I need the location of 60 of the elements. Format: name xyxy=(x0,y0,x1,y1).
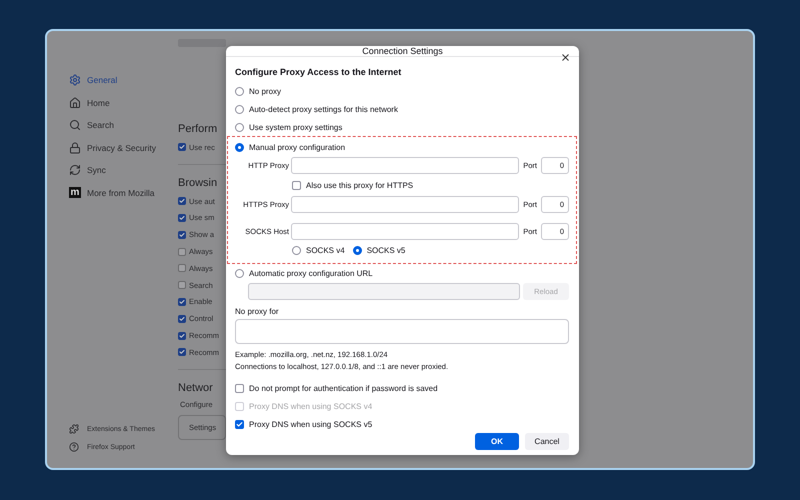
sync-icon xyxy=(69,164,81,176)
text-area[interactable] xyxy=(235,319,569,344)
radio-label: SOCKS v5 xyxy=(366,246,406,254)
checkbox[interactable] xyxy=(235,384,244,392)
mozilla-logo: m xyxy=(69,187,81,198)
checkbox[interactable] xyxy=(235,420,244,428)
radio-button[interactable] xyxy=(292,246,301,254)
checkbox[interactable] xyxy=(178,298,186,306)
checkbox-label: Also use this proxy for HTTPS xyxy=(306,180,414,190)
cancel-button[interactable]: Cancel xyxy=(525,433,569,450)
input-field[interactable] xyxy=(291,196,520,213)
checkbox[interactable] xyxy=(178,248,186,256)
radio-label: Automatic proxy configuration URL xyxy=(249,268,373,278)
checkbox-label: Do not prompt for authentication if password is saved xyxy=(249,384,438,392)
sidebar-item[interactable]: m More from Mozilla xyxy=(69,182,178,204)
checkbox-label: Proxy DNS when using SOCKS v5 xyxy=(249,420,372,428)
radio-label: Manual proxy configuration xyxy=(249,142,346,152)
dialog-title: Connection Settings xyxy=(362,46,443,56)
help-icon xyxy=(69,442,79,452)
radio-button[interactable] xyxy=(235,142,244,152)
radio-label: No proxy xyxy=(249,86,282,96)
checkbox[interactable] xyxy=(178,143,186,152)
sidebar-item[interactable]: General xyxy=(69,69,178,92)
house-icon xyxy=(69,96,81,109)
checkbox[interactable] xyxy=(178,281,186,290)
input-field[interactable] xyxy=(291,223,520,240)
checkbox[interactable] xyxy=(178,314,186,323)
radio-label: Use system proxy settings xyxy=(249,122,342,132)
lock-icon xyxy=(69,142,81,154)
radio-button[interactable] xyxy=(235,122,244,132)
checkbox[interactable] xyxy=(178,264,186,272)
input-field[interactable] xyxy=(291,157,520,174)
checkbox[interactable] xyxy=(178,230,186,239)
checkbox[interactable] xyxy=(178,348,186,356)
search-icon xyxy=(69,119,81,132)
checkbox[interactable] xyxy=(178,197,186,206)
radio-button[interactable] xyxy=(235,104,244,114)
gear-icon xyxy=(69,74,81,86)
checkbox[interactable] xyxy=(178,332,186,340)
sidebar-item[interactable]: Sync xyxy=(69,159,178,182)
ok-button[interactable]: OK xyxy=(475,433,519,450)
section-heading: Browsin xyxy=(178,176,218,189)
sidebar-item[interactable]: Privacy & Security xyxy=(69,136,178,159)
radio-button[interactable] xyxy=(235,86,244,96)
checkbox-label: Proxy DNS when using SOCKS v4 xyxy=(249,402,372,410)
radio-button[interactable] xyxy=(352,246,362,254)
sidebar-item[interactable]: Home xyxy=(69,92,178,114)
top-bar xyxy=(178,39,226,47)
sidebar-item[interactable]: Search xyxy=(69,114,178,136)
field-label: No proxy for xyxy=(235,307,280,316)
dialog-heading: Configure Proxy Access to the Internet xyxy=(235,67,402,77)
puzzle-icon xyxy=(69,424,79,434)
section-heading: Networ xyxy=(178,382,214,394)
checkbox[interactable] xyxy=(292,180,301,190)
radio-label: SOCKS v4 xyxy=(306,246,345,254)
close-button[interactable] xyxy=(560,52,571,63)
section-heading: Perform xyxy=(178,123,218,135)
checkbox[interactable] xyxy=(178,214,186,222)
radio-label: Auto-detect proxy settings for this network xyxy=(249,104,398,114)
url-field[interactable] xyxy=(248,283,520,300)
